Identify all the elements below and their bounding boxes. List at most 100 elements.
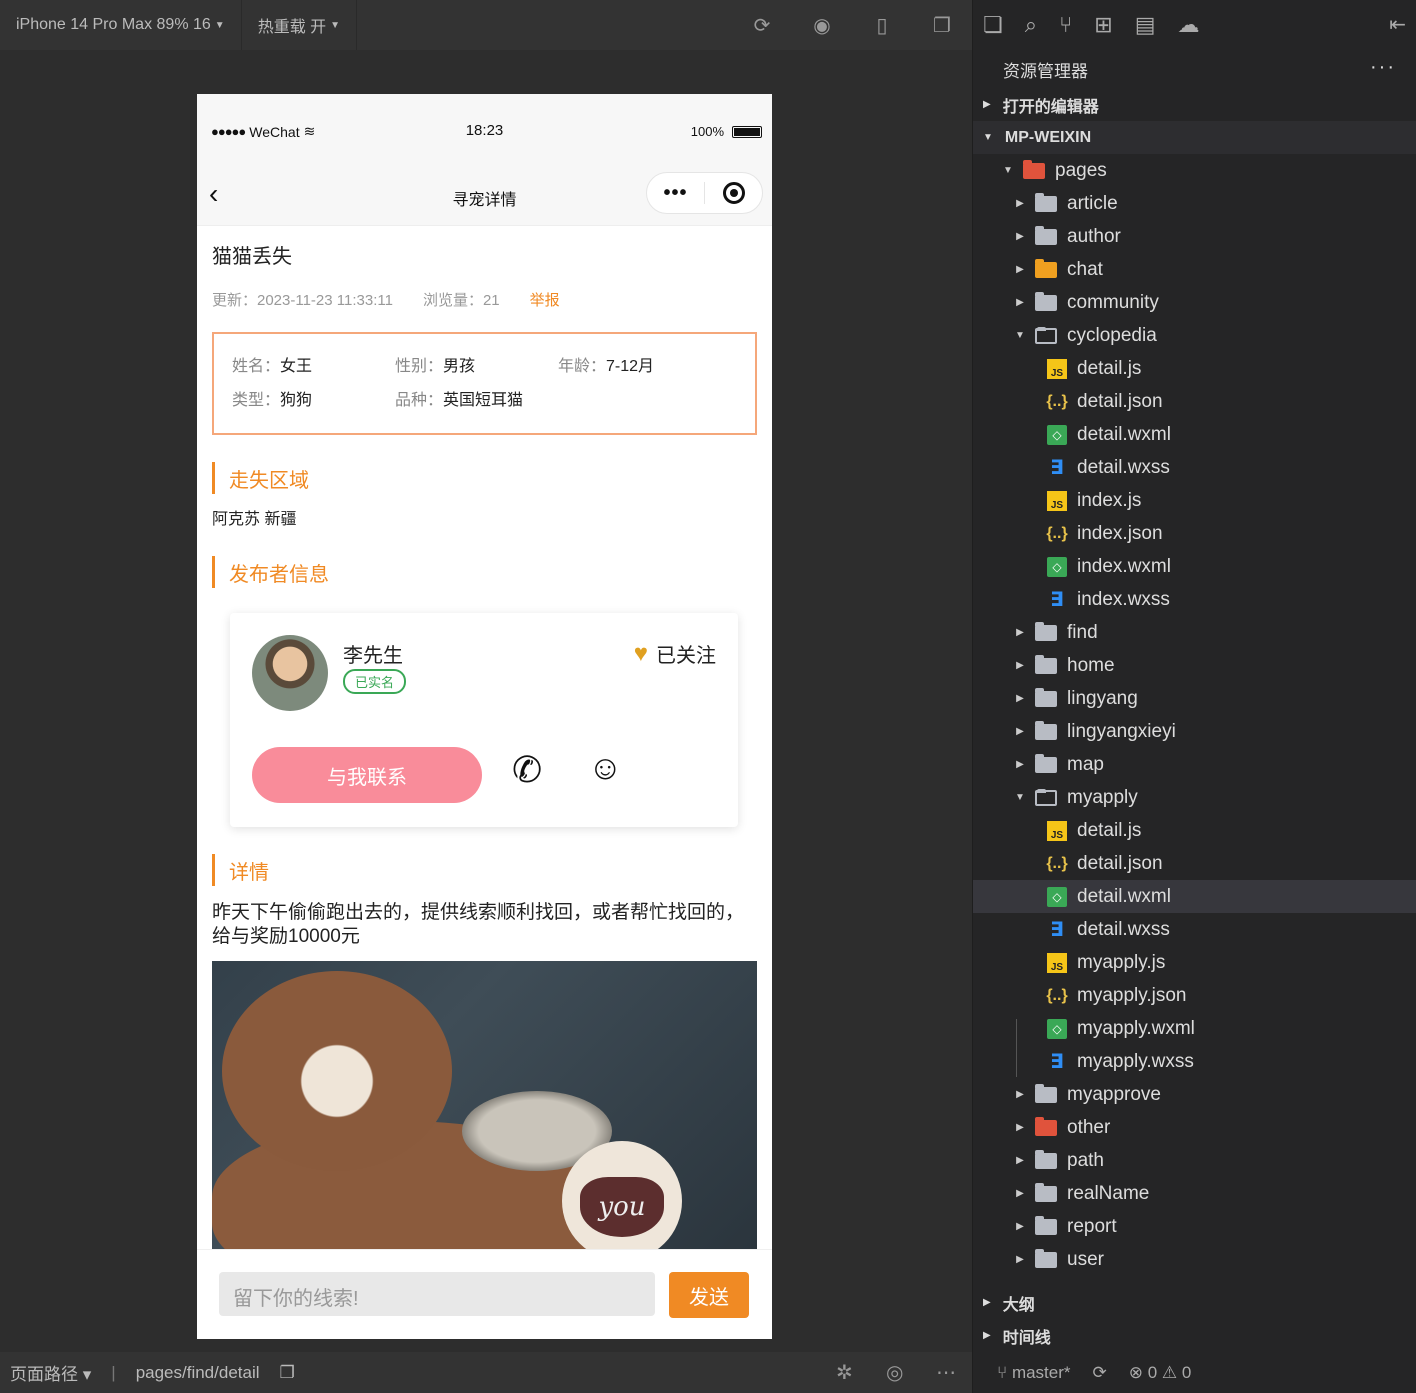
extensions-icon[interactable]: ⊞ — [1094, 12, 1112, 38]
report-link[interactable]: 举报 — [530, 289, 560, 310]
tree-folder[interactable]: ▶ map — [973, 748, 1416, 781]
wxml-file-icon: ◇ — [1047, 556, 1067, 577]
stop-icon[interactable]: ◉ — [792, 13, 852, 38]
chevron-down-icon: ▼ — [214, 19, 225, 31]
copy-icon[interactable]: ❐ — [270, 1363, 305, 1383]
outline-section[interactable]: ▶ 大纲 — [973, 1286, 1416, 1319]
git-icon[interactable]: ⑂ — [1059, 12, 1072, 38]
tree-folder[interactable]: ▶ community — [973, 286, 1416, 319]
tree-item-label: myapply.wxss — [1077, 1050, 1194, 1072]
page-path: pages/find/detail — [135, 1362, 260, 1382]
tree-file[interactable]: {..} index.json — [973, 517, 1416, 550]
tree-folder[interactable]: ▶ myapprove — [973, 1078, 1416, 1111]
tree-item-label: detail.json — [1077, 852, 1163, 874]
simulator-area: ●●●●● WeChat ≋ 18:23 100% ‹ 寻宠详情 ••• 猫猫丢失 … — [0, 50, 972, 1352]
tree-file[interactable]: ◇ myapply.wxml — [973, 1012, 1416, 1045]
wxml-file-icon: ◇ — [1047, 424, 1067, 445]
window-icon[interactable]: ❐ — [912, 13, 972, 38]
tree-file[interactable]: JS index.js — [973, 484, 1416, 517]
tree-folder[interactable]: ▶ lingyang — [973, 682, 1416, 715]
hot-reload-select[interactable]: 热重载 开 ▼ — [242, 0, 358, 50]
problems-status[interactable]: ⊗ 0 ⚠ 0 — [1129, 1363, 1192, 1383]
timeline-section[interactable]: ▶ 时间线 — [973, 1319, 1416, 1352]
more-icon[interactable]: ••• — [647, 182, 704, 205]
phone-icon[interactable]: ▯ — [852, 13, 912, 38]
tree-file[interactable]: ∃ myapply.wxss — [973, 1045, 1416, 1078]
files-icon[interactable]: ❏ — [983, 12, 1003, 38]
sync-icon[interactable]: ⟳ — [1093, 1363, 1107, 1383]
status-time: 18:23 — [465, 122, 504, 139]
tree-item-label: cyclopedia — [1067, 324, 1157, 346]
tree-folder[interactable]: ▶ home — [973, 649, 1416, 682]
open-editors-section[interactable]: ▶ 打开的编辑器 — [973, 88, 1416, 121]
refresh-icon[interactable]: ⟳ — [732, 13, 792, 38]
tree-file[interactable]: {..} detail.json — [973, 847, 1416, 880]
tree-folder[interactable]: ▶ lingyangxieyi — [973, 715, 1416, 748]
branch-status[interactable]: ⑂ master* — [997, 1363, 1071, 1383]
tree-folder[interactable]: ▶ realName — [973, 1177, 1416, 1210]
tree-item-label: other — [1067, 1116, 1111, 1138]
tree-item-label: user — [1067, 1248, 1104, 1270]
tree-file[interactable]: {..} myapply.json — [973, 979, 1416, 1012]
device-select[interactable]: iPhone 14 Pro Max 89% 16 ▼ — [0, 0, 242, 50]
js-file-icon: JS — [1047, 820, 1067, 841]
chevron-right-icon: ▶ — [1016, 264, 1024, 275]
tree-folder[interactable]: ▶ other — [973, 1111, 1416, 1144]
tree-file[interactable]: ◇ detail.wxml — [973, 418, 1416, 451]
more-icon[interactable]: ··· — [1370, 56, 1396, 79]
section-detail: 详情 — [212, 853, 757, 887]
page-path-select[interactable]: 页面路径 ▾ — [0, 1360, 101, 1385]
tree-file[interactable]: JS detail.js — [973, 814, 1416, 847]
tree-file[interactable]: ◇ detail.wxml — [973, 880, 1416, 913]
eye-icon[interactable]: ◎ — [886, 1360, 903, 1385]
update-time: 更新：2023-11-23 11:33:11 — [212, 292, 393, 309]
phone-call-icon[interactable]: ✆ — [512, 749, 542, 791]
save-icon[interactable]: ▤ — [1135, 12, 1156, 38]
heart-icon: ♥ — [633, 639, 648, 667]
gender-value: 男孩 — [443, 358, 476, 375]
project-section[interactable]: ▼ MP-WEIXIN — [973, 121, 1416, 154]
tree-folder[interactable]: ▶ path — [973, 1144, 1416, 1177]
page-content: 猫猫丢失 更新：2023-11-23 11:33:11 浏览量：21 举报 姓名… — [212, 230, 757, 1267]
debug-icon[interactable]: ✲ — [836, 1360, 853, 1385]
collapse-panel-icon[interactable]: ⇤ — [1389, 12, 1406, 37]
error-count: 0 — [1147, 1362, 1158, 1382]
tree-folder[interactable]: ▶ report — [973, 1210, 1416, 1243]
tree-folder[interactable]: ▼ myapply — [973, 781, 1416, 814]
pet-photo[interactable] — [212, 961, 757, 1267]
tree-folder[interactable]: ▶ chat — [973, 253, 1416, 286]
tree-folder[interactable]: ▼ cyclopedia — [973, 319, 1416, 352]
more-icon[interactable]: ⋯ — [936, 1360, 956, 1385]
tree-item-label: index.json — [1077, 522, 1163, 544]
avatar[interactable] — [252, 635, 328, 711]
follow-button[interactable]: ♥ 已关注 — [634, 639, 716, 668]
tree-file[interactable]: JS myapply.js — [973, 946, 1416, 979]
wechat-icon[interactable]: ☺ — [588, 749, 623, 788]
close-mini-icon[interactable] — [705, 182, 762, 204]
tree-item-label: lingyang — [1067, 687, 1138, 709]
tree-file[interactable]: ∃ detail.wxss — [973, 913, 1416, 946]
tree-file[interactable]: {..} detail.json — [973, 385, 1416, 418]
tree-file[interactable]: ∃ index.wxss — [973, 583, 1416, 616]
search-icon[interactable]: ⌕ — [1025, 12, 1037, 38]
tree-item-label: myapply — [1067, 786, 1138, 808]
docker-icon[interactable]: ☁ — [1178, 12, 1200, 38]
folder-icon — [1035, 1182, 1057, 1202]
tree-file[interactable]: JS detail.js — [973, 352, 1416, 385]
tree-file[interactable]: ◇ index.wxml — [973, 550, 1416, 583]
tree-folder[interactable]: ▶ find — [973, 616, 1416, 649]
contact-button[interactable]: 与我联系 — [252, 747, 482, 803]
tree-file[interactable]: ∃ detail.wxss — [973, 451, 1416, 484]
tree-item-label: detail.wxss — [1077, 456, 1170, 478]
breed-key: 品种： — [395, 392, 444, 409]
tree-folder[interactable]: ▶ article — [973, 187, 1416, 220]
folder-icon — [1035, 654, 1057, 674]
tree-folder[interactable]: ▼ pages — [973, 154, 1416, 187]
folder-icon — [1035, 1248, 1057, 1268]
json-file-icon: {..} — [1046, 524, 1068, 542]
hot-reload-label: 热重载 开 — [257, 19, 327, 36]
clue-input[interactable]: 留下你的线索! — [219, 1272, 655, 1316]
send-button[interactable]: 发送 — [669, 1272, 749, 1318]
tree-folder[interactable]: ▶ author — [973, 220, 1416, 253]
tree-folder[interactable]: ▶ user — [973, 1243, 1416, 1276]
